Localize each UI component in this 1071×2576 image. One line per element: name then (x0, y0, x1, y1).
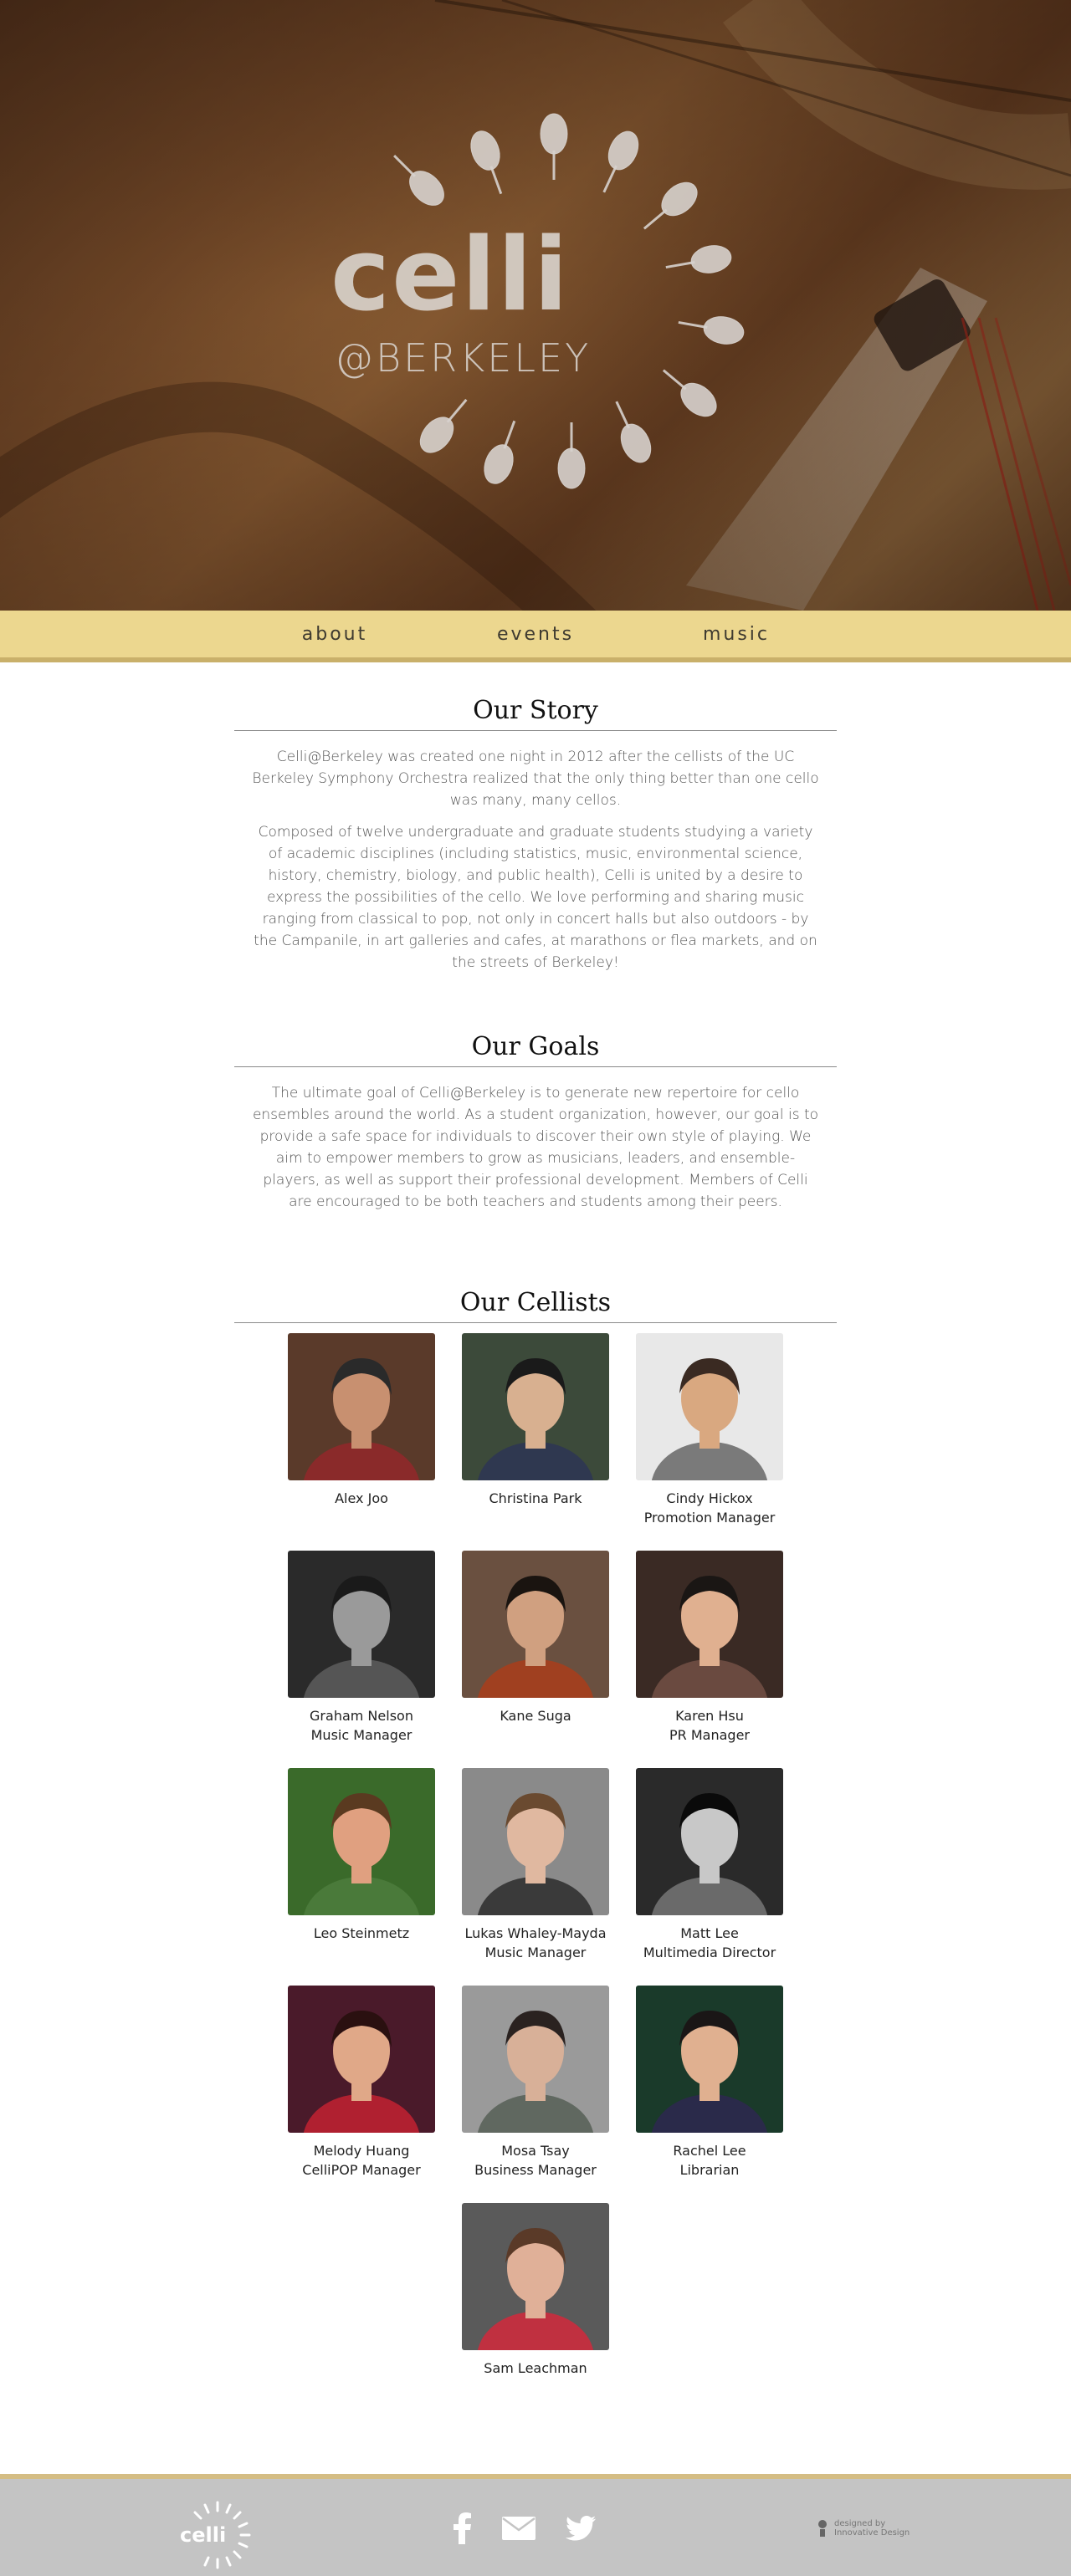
cellist-name: Rachel Lee (673, 2143, 746, 2159)
cellist-name: Melody Huang (313, 2143, 410, 2159)
cellist-role: Music Manager (310, 1727, 413, 1743)
cellist-name: Mosa Tsay (501, 2143, 570, 2159)
cellist-card: Rachel Lee Librarian (634, 1986, 785, 2180)
cellist-name: Karen Hsu (675, 1708, 744, 1724)
goals-paragraph: The ultimate goal of Celli@Berkeley is t… (252, 1085, 819, 1210)
cellist-card: Sam Leachman (460, 2203, 611, 2378)
cellist-name: Graham Nelson (310, 1708, 413, 1724)
logo-subtitle: @BERKELEY (335, 335, 592, 381)
cellist-card: Cindy Hickox Promotion Manager (634, 1333, 785, 1527)
credit-line-1: designed by (834, 2519, 886, 2528)
cellist-card: Leo Steinmetz (286, 1768, 437, 1943)
logo-wordmark: celli (331, 217, 570, 334)
cellist-photo (462, 2203, 609, 2350)
nav-item-events[interactable]: events (435, 624, 636, 645)
innovative-design-icon (818, 2520, 827, 2537)
mail-icon[interactable] (502, 2517, 536, 2540)
footer-logo-word: celli (180, 2523, 226, 2547)
cellist-name: Matt Lee (680, 1925, 739, 1941)
cellist-photo (462, 1768, 609, 1915)
cellists-title: Our Cellists (234, 1288, 837, 1323)
cellist-card: Alex Joo (286, 1333, 437, 1508)
story-title: Our Story (234, 696, 837, 731)
social-links (452, 2512, 596, 2544)
cellist-role: Multimedia Director (643, 1945, 776, 1960)
cellist-name: Sam Leachman (484, 2360, 587, 2376)
cellist-name: Christina Park (489, 1490, 582, 1506)
cellist-name: Cindy Hickox (666, 1490, 753, 1506)
cellist-role: CelliPOP Manager (302, 2162, 421, 2178)
story-paragraph: Composed of twelve undergraduate and gra… (254, 824, 817, 971)
cellist-name: Lukas Whaley-Mayda (464, 1925, 607, 1941)
cellist-name: Leo Steinmetz (313, 1925, 410, 1941)
twitter-icon[interactable] (566, 2516, 596, 2541)
cellist-photo (462, 1333, 609, 1480)
designer-credit[interactable]: designed by Innovative Design (816, 2519, 910, 2538)
cellist-photo (462, 1986, 609, 2133)
cellist-photo (288, 1551, 435, 1698)
cellist-role: PR Manager (669, 1727, 750, 1743)
cellist-photo (636, 1768, 783, 1915)
cellist-role: Promotion Manager (643, 1510, 776, 1526)
cellist-photo (288, 1333, 435, 1480)
cellist-card: Karen Hsu PR Manager (634, 1551, 785, 1745)
cellist-role: Librarian (679, 2162, 740, 2178)
story-paragraph: Celli@Berkeley was created one night in … (252, 749, 819, 809)
cellist-card: Kane Suga (460, 1551, 611, 1725)
nav-item-about[interactable]: about (234, 624, 435, 645)
cellist-card: Lukas Whaley-Mayda Music Manager (460, 1768, 611, 1962)
credit-line-2: Innovative Design (834, 2528, 910, 2538)
story-section: Our Story Celli@Berkeley was created one… (234, 696, 837, 974)
cellist-photo (636, 1551, 783, 1698)
main-nav: about events music (0, 611, 1071, 662)
nav-item-music[interactable]: music (636, 624, 837, 645)
cellist-name: Kane Suga (500, 1708, 571, 1724)
hero-banner: celli @BERKELEY (0, 0, 1071, 611)
cellist-card: Matt Lee Multimedia Director (634, 1768, 785, 1962)
cellist-name: Alex Joo (335, 1490, 388, 1506)
cellists-section: Our Cellists Alex Joo Christina Park Cindy… (234, 1288, 837, 2410)
cellist-card: Graham Nelson Music Manager (286, 1551, 437, 1745)
goals-title: Our Goals (234, 1032, 837, 1067)
site-footer: celli designed by Innovative Design (0, 2474, 1071, 2576)
goals-section: Our Goals The ultimate goal of Celli@Ber… (234, 1032, 837, 1213)
cellist-role: Music Manager (484, 1945, 587, 1960)
cellist-card: Melody Huang CelliPOP Manager (286, 1986, 437, 2180)
cellist-photo (462, 1551, 609, 1698)
footer-logo[interactable]: celli (172, 2496, 264, 2571)
cellist-photo (288, 1986, 435, 2133)
cellists-grid: Alex Joo Christina Park Cindy Hickox Promot… (234, 1323, 837, 2410)
cellist-card: Mosa Tsay Business Manager (460, 1986, 611, 2180)
cellist-photo (636, 1333, 783, 1480)
cellist-photo (288, 1768, 435, 1915)
cellist-card: Christina Park (460, 1333, 611, 1508)
facebook-icon[interactable] (452, 2512, 472, 2544)
cellist-role: Business Manager (474, 2162, 597, 2178)
cellist-photo (636, 1986, 783, 2133)
